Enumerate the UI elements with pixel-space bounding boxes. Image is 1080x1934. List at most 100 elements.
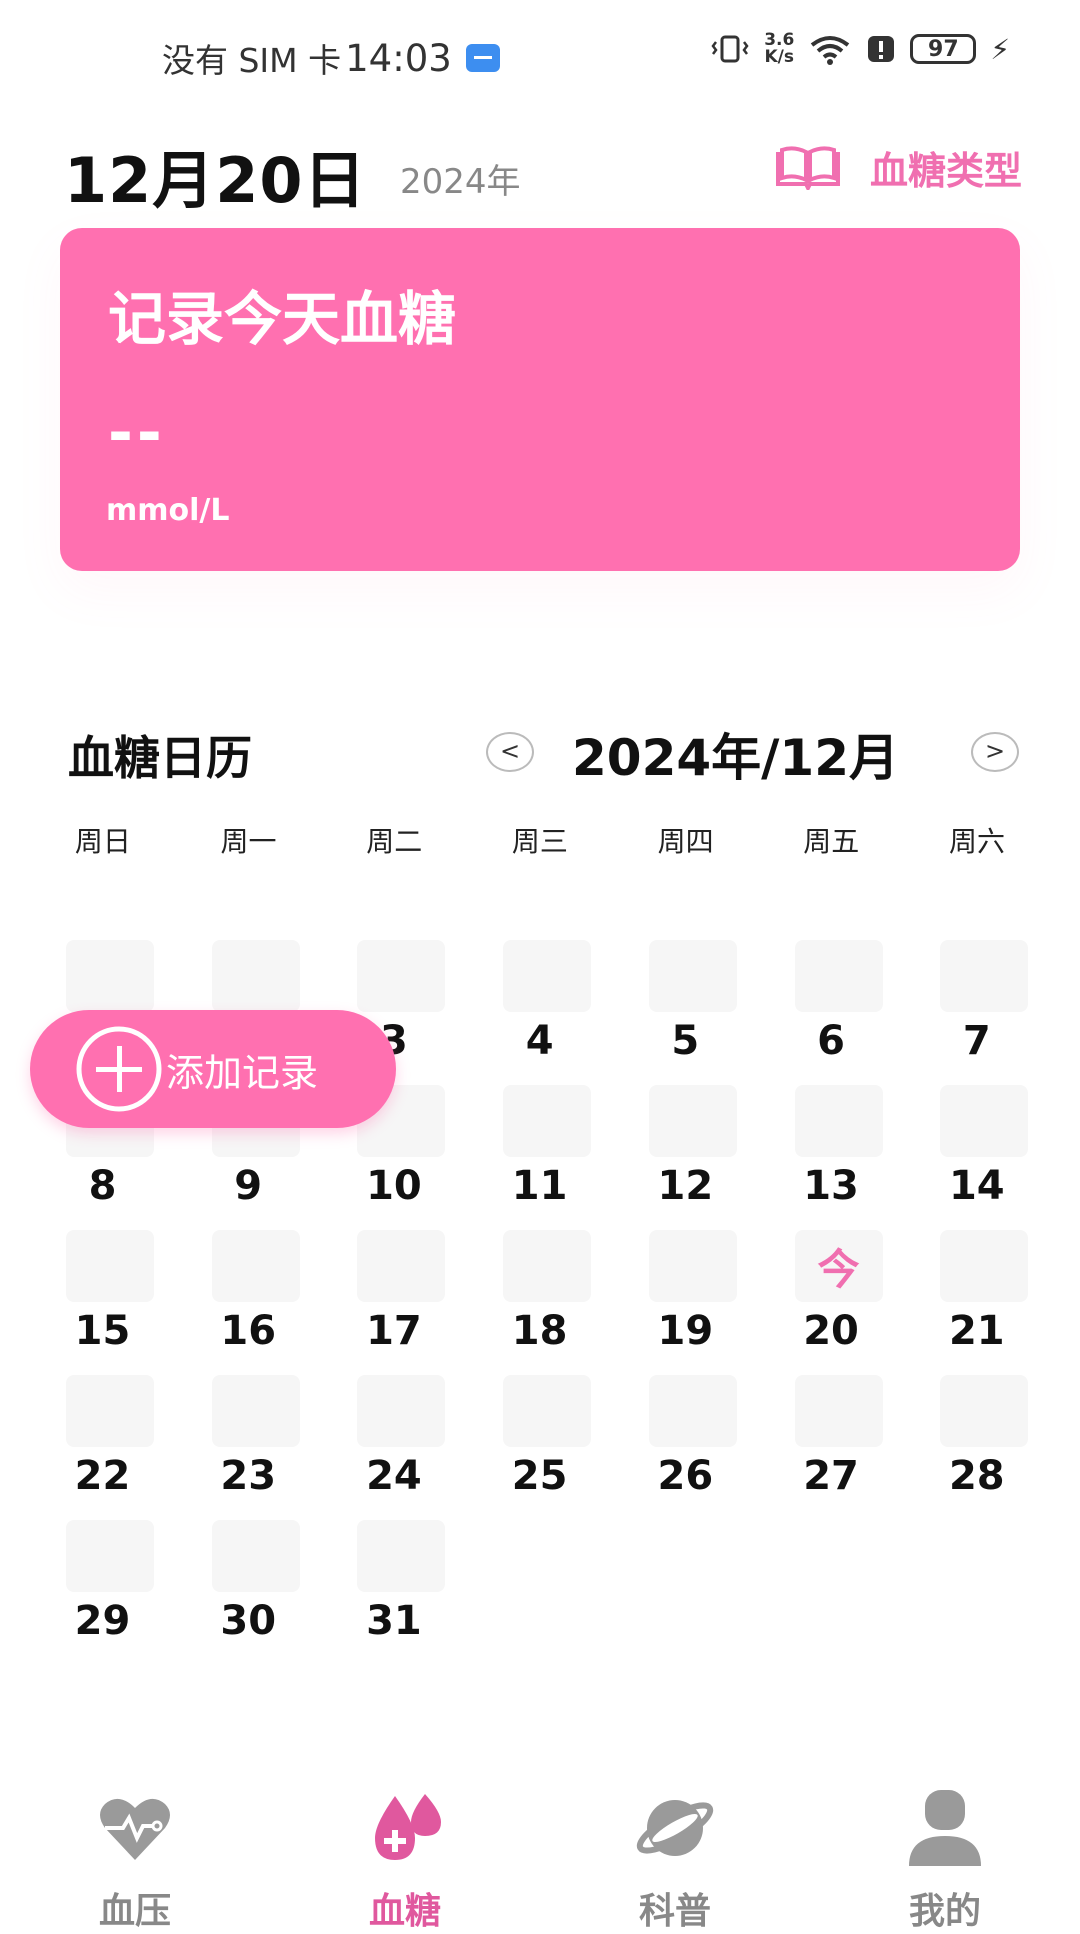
day-number: 5 <box>671 1018 700 1064</box>
day-number: 28 <box>948 1453 1005 1499</box>
battery-icon: 97 <box>910 34 977 64</box>
next-month-button[interactable]: > <box>971 732 1019 772</box>
page-title-year: 2024年 <box>400 162 521 202</box>
glucose-unit: mmol/L <box>106 493 230 528</box>
day-record-slot <box>648 1375 737 1447</box>
status-bar: 没有 SIM 卡 14:03 3.6 K/s 97 ⚡ <box>0 0 1080 110</box>
calendar-day[interactable]: 19 <box>613 1230 758 1375</box>
calendar-day[interactable]: 21 <box>904 1230 1049 1375</box>
prev-month-button[interactable]: < <box>486 732 534 772</box>
day-record-slot <box>66 1230 154 1302</box>
day-number: 25 <box>511 1453 568 1499</box>
day-record-slot <box>794 940 883 1012</box>
weekday-label: 周日 <box>74 825 131 858</box>
record-today-card[interactable]: 记录今天血糖 -- mmol/L <box>60 228 1020 571</box>
calendar-day[interactable]: 14 <box>904 1085 1049 1230</box>
calendar-day[interactable]: 28 <box>904 1375 1049 1520</box>
day-number: 7 <box>962 1018 991 1064</box>
status-time: 14:03 <box>345 36 452 80</box>
calendar-day[interactable]: 今 20 <box>759 1230 904 1375</box>
tab-label: 科普 <box>638 1891 711 1932</box>
calendar-day[interactable]: 27 <box>759 1375 904 1520</box>
day-number: 15 <box>74 1308 131 1354</box>
day-record-slot <box>648 940 737 1012</box>
day-record-slot <box>940 940 1029 1012</box>
weekday-label: 周五 <box>803 825 860 858</box>
add-record-label: 添加记录 <box>166 1050 319 1095</box>
weekday-label: 周四 <box>657 825 714 858</box>
day-record-slot <box>211 1230 300 1302</box>
bottom-tab-bar: 血压 血糖 科普 我的 <box>0 1770 1080 1932</box>
day-record-slot <box>503 1085 592 1157</box>
vibrate-icon <box>711 35 749 63</box>
glucose-types-link[interactable]: 血糖类型 <box>774 140 1022 195</box>
tab-label: 我的 <box>908 1891 981 1932</box>
calendar-day[interactable]: 16 <box>176 1230 321 1375</box>
calendar-day[interactable]: 31 <box>321 1520 466 1665</box>
calendar-day[interactable]: 12 <box>613 1085 758 1230</box>
day-number: 4 <box>525 1018 554 1064</box>
day-record-slot <box>940 1375 1029 1447</box>
alert-icon <box>868 36 895 62</box>
day-number: 13 <box>803 1163 859 1209</box>
calendar-month-label: 2024年/12月 <box>572 729 900 787</box>
tab-mine[interactable]: 我的 <box>810 1770 1080 1932</box>
calendar-day[interactable]: 13 <box>759 1085 904 1230</box>
calendar-day[interactable]: 18 <box>467 1230 612 1375</box>
day-number: 22 <box>74 1453 131 1499</box>
calendar-day[interactable]: 23 <box>176 1375 321 1520</box>
tab-science[interactable]: 科普 <box>540 1770 810 1932</box>
book-icon <box>775 145 840 190</box>
day-number: 8 <box>88 1163 117 1209</box>
day-record-slot <box>940 1230 1029 1302</box>
calendar-day[interactable]: 29 <box>30 1520 175 1665</box>
today-marker: 今 <box>794 1230 883 1302</box>
day-number: 17 <box>366 1308 422 1354</box>
usb-icon <box>465 44 500 72</box>
day-number: 30 <box>220 1598 277 1644</box>
calendar-day[interactable]: 6 <box>759 940 904 1085</box>
day-record-slot <box>211 940 300 1012</box>
calendar-day[interactable]: 11 <box>467 1085 612 1230</box>
calendar-day[interactable]: 22 <box>30 1375 175 1520</box>
calendar-day[interactable]: 26 <box>613 1375 758 1520</box>
day-number: 12 <box>657 1163 714 1209</box>
weekday-label: 周二 <box>366 825 423 858</box>
planet-icon <box>636 1800 714 1856</box>
day-number: 20 <box>803 1308 859 1354</box>
add-record-button[interactable]: 添加记录 <box>30 1010 396 1128</box>
calendar-day[interactable]: 17 <box>321 1230 466 1375</box>
weekday-header: 周日 周一 周二 周三 周四 周五 周六 <box>30 820 1050 860</box>
tab-blood-glucose[interactable]: 血糖 <box>270 1770 540 1932</box>
calendar-day[interactable]: 24 <box>321 1375 466 1520</box>
day-number: 18 <box>511 1308 568 1354</box>
weekday-label: 周三 <box>511 825 568 858</box>
day-number: 14 <box>948 1163 1005 1209</box>
page-title-date: 12月20日 <box>64 144 367 217</box>
day-record-slot <box>794 1085 883 1157</box>
day-record-slot <box>66 940 154 1012</box>
day-number: 31 <box>366 1598 422 1644</box>
glucose-types-label: 血糖类型 <box>869 149 1022 193</box>
day-number: 19 <box>657 1308 714 1354</box>
day-record-slot <box>211 1375 300 1447</box>
calendar-day[interactable]: 15 <box>30 1230 175 1375</box>
tab-blood-pressure[interactable]: 血压 <box>0 1770 270 1932</box>
day-record-slot <box>940 1085 1029 1157</box>
day-number: 6 <box>817 1018 845 1064</box>
glucose-value: -- <box>108 398 166 468</box>
calendar-day[interactable]: 30 <box>176 1520 321 1665</box>
calendar-day[interactable]: 5 <box>613 940 758 1085</box>
calendar-day[interactable]: 7 <box>904 940 1049 1085</box>
tab-label: 血糖 <box>368 1891 441 1932</box>
calendar-day[interactable]: 25 <box>467 1375 612 1520</box>
day-record-slot <box>648 1085 737 1157</box>
day-number: 21 <box>948 1308 1005 1354</box>
carrier-text: 没有 SIM 卡 <box>162 41 342 80</box>
day-record-slot <box>211 1520 300 1592</box>
day-number: 26 <box>657 1453 714 1499</box>
day-number: 29 <box>74 1598 131 1644</box>
plus-circle-icon <box>76 1026 162 1112</box>
calendar-day[interactable]: 4 <box>467 940 612 1085</box>
record-card-title: 记录今天血糖 <box>108 285 457 353</box>
